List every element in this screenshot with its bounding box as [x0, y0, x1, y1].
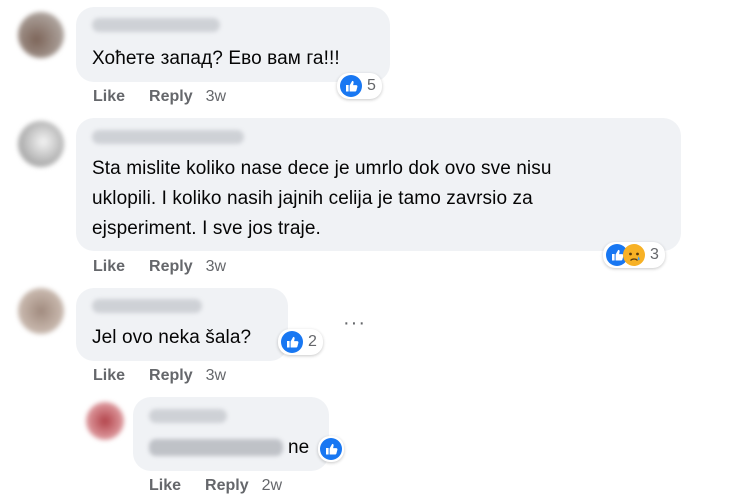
reactions-summary[interactable]	[318, 436, 344, 462]
author-name-blurred[interactable]	[92, 18, 220, 32]
comment-timestamp[interactable]: 3w	[206, 88, 226, 106]
comment-bubble: Sta mislite koliko nase dece je umrlo do…	[76, 118, 681, 251]
avatar[interactable]	[18, 288, 64, 334]
like-button[interactable]: Like	[93, 88, 125, 106]
like-reaction-icon	[320, 438, 342, 460]
mentioned-name-blurred[interactable]	[149, 439, 283, 456]
comment-text: Хоћете запад? Ево вам га!!!	[92, 48, 340, 69]
avatar[interactable]	[86, 402, 124, 440]
comment-text: ne	[288, 437, 310, 458]
reactions-summary[interactable]: 5	[337, 73, 382, 99]
comment-actions: Like Reply 3w	[93, 88, 226, 106]
comment-timestamp[interactable]: 3w	[206, 258, 226, 276]
comment-text-line: Sta mislite koliko nase dece je umrlo do…	[92, 158, 552, 179]
reactions-summary[interactable]: 3	[603, 242, 665, 268]
reaction-count: 5	[367, 77, 376, 94]
reaction-count: 3	[650, 246, 659, 263]
comment-actions: Like Reply 3w	[93, 367, 226, 385]
author-name-blurred[interactable]	[149, 409, 227, 423]
avatar[interactable]	[18, 12, 64, 58]
comment-timestamp[interactable]: 3w	[206, 367, 226, 385]
comment-text-line: uklopili. I koliko nasih jajnih celija j…	[92, 188, 533, 209]
more-options-icon[interactable]: ···	[343, 312, 366, 335]
comment-actions: Like Reply 3w	[93, 258, 226, 276]
reply-button[interactable]: Reply	[149, 258, 193, 276]
comment-text-line: ejsperiment. I sve jos traje.	[92, 218, 321, 239]
comment-text: Jel ovo neka šala?	[92, 327, 252, 348]
avatar[interactable]	[18, 121, 64, 167]
comment-actions: Like Reply 2w	[149, 477, 282, 495]
author-name-blurred[interactable]	[92, 130, 244, 144]
like-button[interactable]: Like	[149, 477, 181, 495]
comment-bubble: ne	[133, 397, 329, 471]
reply-button[interactable]: Reply	[149, 367, 193, 385]
comment-bubble: Хоћете запад? Ево вам га!!!	[76, 7, 390, 82]
sad-reaction-icon	[623, 244, 645, 266]
like-reaction-icon	[340, 75, 362, 97]
author-name-blurred[interactable]	[92, 299, 202, 313]
like-button[interactable]: Like	[93, 367, 125, 385]
comment-timestamp[interactable]: 2w	[262, 477, 282, 495]
like-button[interactable]: Like	[93, 258, 125, 276]
comment-bubble: Jel ovo neka šala?	[76, 288, 288, 361]
reply-button[interactable]: Reply	[205, 477, 249, 495]
reactions-summary[interactable]: 2	[278, 329, 323, 355]
reaction-count: 2	[308, 333, 317, 350]
like-reaction-icon	[281, 331, 303, 353]
reply-button[interactable]: Reply	[149, 88, 193, 106]
